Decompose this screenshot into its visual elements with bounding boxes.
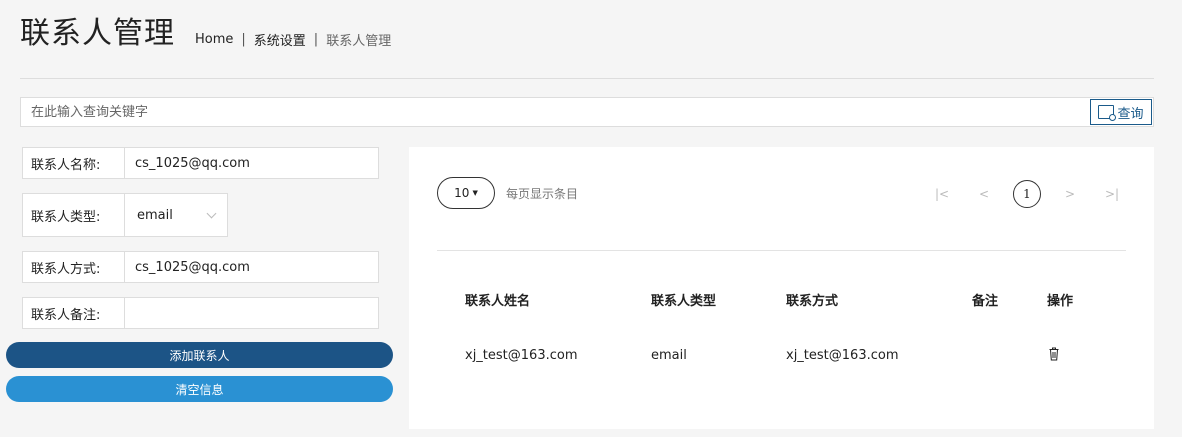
panel-divider (437, 250, 1126, 251)
contact-type-value: email (137, 207, 173, 223)
row-type-cell: email (651, 348, 687, 363)
breadcrumb-system-settings[interactable]: 系统设置 (254, 30, 306, 49)
contact-note-row: 联系人备注: (22, 297, 379, 329)
chevron-down-icon (206, 208, 217, 218)
column-header-action: 操作 (1047, 294, 1074, 309)
page-size-dropdown[interactable]: 10 ▼ (437, 177, 495, 209)
contact-method-row: 联系人方式: (22, 251, 379, 283)
contacts-table-panel: 10 ▼ 每页显示条目 |< < 1 > >| 联系人姓名 联系人类型 联系方式… (409, 147, 1154, 429)
contact-name-label: 联系人名称: (23, 148, 125, 178)
breadcrumb: Home | 系统设置 | 联系人管理 (195, 30, 391, 49)
contact-type-label: 联系人类型: (23, 194, 125, 236)
caret-down-icon: ▼ (472, 189, 478, 197)
contact-method-label: 联系人方式: (23, 252, 125, 282)
row-name-cell: xj_test@163.com (465, 348, 578, 363)
prev-page-button[interactable]: < (969, 187, 999, 201)
page-1-button[interactable]: 1 (1013, 180, 1041, 208)
column-header-type: 联系人类型 (651, 294, 717, 309)
row-contact-cell: xj_test@163.com (786, 348, 899, 363)
add-contact-button[interactable]: 添加联系人 (6, 342, 393, 368)
contact-method-input[interactable] (125, 252, 378, 282)
column-header-note: 备注 (972, 294, 999, 309)
search-input[interactable] (21, 98, 1107, 126)
column-header-contact: 联系方式 (786, 294, 839, 309)
search-bar: 查询 (20, 97, 1154, 127)
search-button[interactable]: 查询 (1090, 99, 1152, 125)
last-page-button[interactable]: >| (1097, 187, 1127, 201)
trash-icon[interactable] (1049, 347, 1059, 361)
page-title: 联系人管理 (20, 16, 175, 51)
contact-name-row: 联系人名称: (22, 147, 379, 179)
search-button-label: 查询 (1117, 106, 1144, 122)
contact-note-input[interactable] (125, 298, 378, 328)
contact-type-select[interactable]: email (125, 194, 227, 236)
contact-note-label: 联系人备注: (23, 298, 125, 328)
next-page-button[interactable]: > (1055, 187, 1085, 201)
page-header: 联系人管理 Home | 系统设置 | 联系人管理 (20, 8, 391, 52)
breadcrumb-separator: | (241, 32, 246, 47)
contact-type-row: 联系人类型: email (22, 193, 228, 237)
breadcrumb-home[interactable]: Home (195, 32, 233, 47)
header-divider (20, 78, 1154, 79)
contact-name-input[interactable] (125, 148, 378, 178)
clear-info-button[interactable]: 清空信息 (6, 376, 393, 402)
page-size-label: 每页显示条目 (506, 187, 579, 201)
column-header-name: 联系人姓名 (465, 294, 531, 309)
pagination: |< < 1 > >| (927, 180, 1139, 208)
search-folder-icon (1098, 105, 1117, 121)
breadcrumb-separator: | (313, 32, 319, 47)
page-size-value: 10 (454, 186, 470, 200)
breadcrumb-current: 联系人管理 (326, 34, 392, 49)
first-page-button[interactable]: |< (927, 187, 957, 201)
